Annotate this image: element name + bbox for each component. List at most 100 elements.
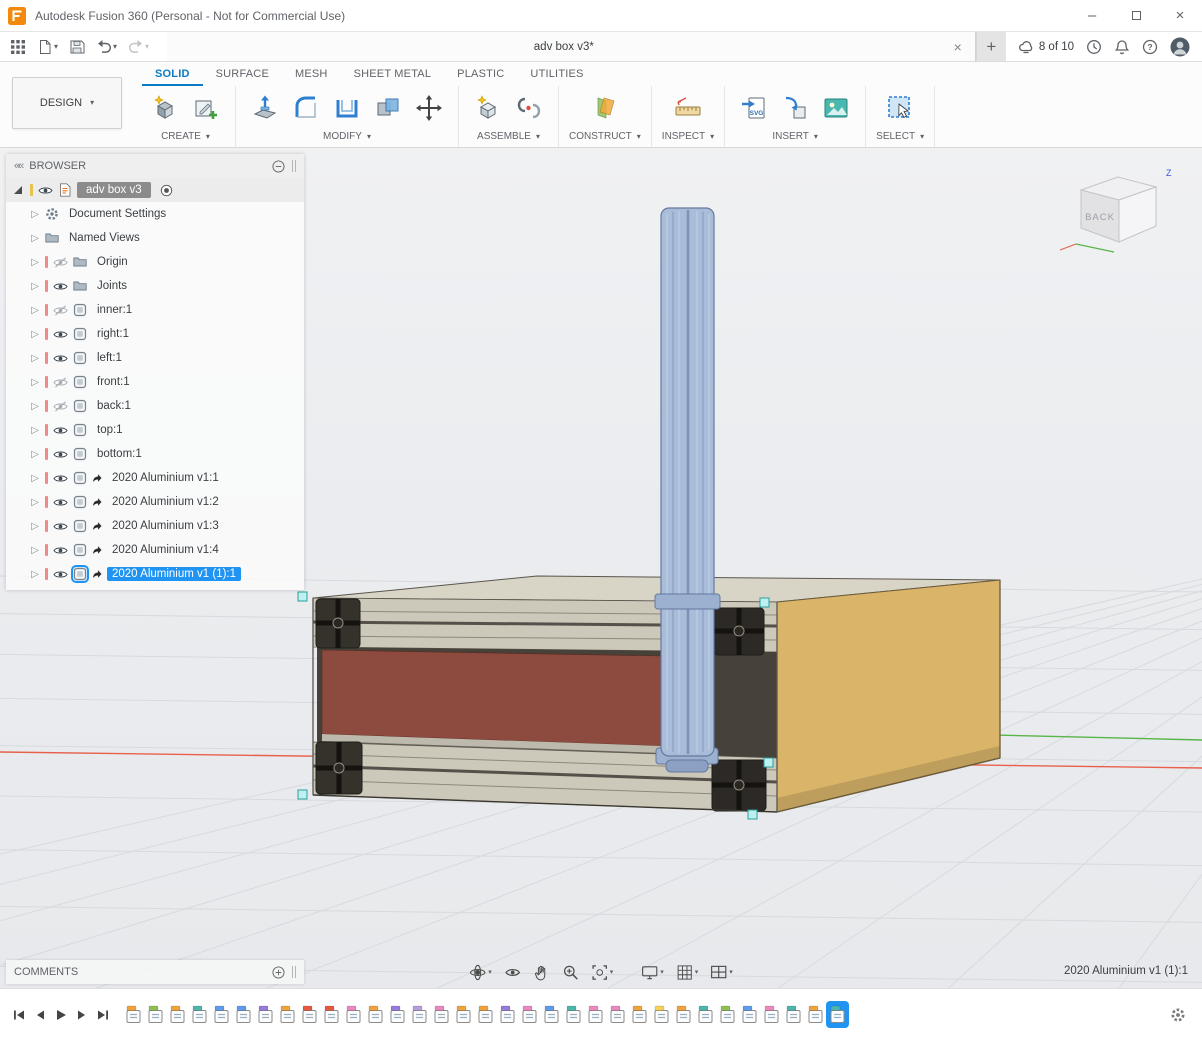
browser-item-right-1[interactable]: ▷right:1	[6, 322, 304, 346]
visibility-eye-icon[interactable]	[53, 545, 68, 556]
group-label-dropdown[interactable]: SELECT▾	[876, 128, 924, 145]
avatar-button[interactable]	[1170, 37, 1190, 57]
timeline-feature-29[interactable]	[740, 1003, 759, 1026]
timeline-feature-27[interactable]	[696, 1003, 715, 1026]
new-component-button[interactable]	[469, 88, 507, 128]
insert-svg-button[interactable]: SVG	[735, 88, 773, 128]
timeline-feature-28[interactable]	[718, 1003, 737, 1026]
job-status-button[interactable]: 8 of 10	[1018, 39, 1074, 55]
ribbon-tab-solid[interactable]: SOLID	[142, 62, 203, 86]
browser-item-bottom-1[interactable]: ▷bottom:1	[6, 442, 304, 466]
display-settings-button[interactable]: ▾	[636, 961, 669, 984]
timeline-feature-30[interactable]	[762, 1003, 781, 1026]
timeline-feature-2[interactable]	[146, 1003, 165, 1026]
collapsed-caret-icon[interactable]: ▷	[30, 377, 40, 388]
collapsed-caret-icon[interactable]: ▷	[30, 425, 40, 436]
visibility-eye-icon[interactable]	[53, 449, 68, 460]
group-label-dropdown[interactable]: CONSTRUCT▾	[569, 128, 641, 145]
browser-options-icon[interactable]	[272, 160, 285, 173]
collapsed-caret-icon[interactable]: ▷	[30, 569, 40, 580]
timeline-feature-17[interactable]	[476, 1003, 495, 1026]
look-at-button[interactable]	[499, 961, 526, 984]
collapsed-caret-icon[interactable]: ▷	[30, 305, 40, 316]
group-label-dropdown[interactable]: INSPECT▾	[662, 128, 714, 145]
expanded-caret-icon[interactable]	[14, 186, 22, 194]
collapsed-caret-icon[interactable]: ▷	[30, 257, 40, 268]
timeline-feature-25[interactable]	[652, 1003, 671, 1026]
timeline-feature-4[interactable]	[190, 1003, 209, 1026]
combine-button[interactable]	[369, 88, 407, 128]
collapsed-caret-icon[interactable]: ▷	[30, 401, 40, 412]
document-tab[interactable]: adv box v3*×	[167, 32, 976, 61]
collapsed-caret-icon[interactable]: ▷	[30, 497, 40, 508]
browser-item-front-1[interactable]: ▷front:1	[6, 370, 304, 394]
browser-item-2020-aluminium-v1-2[interactable]: ▷2020 Aluminium v1:2	[6, 490, 304, 514]
timeline-feature-1[interactable]	[124, 1003, 143, 1026]
browser-item-2020-aluminium-v1-4[interactable]: ▷2020 Aluminium v1:4	[6, 538, 304, 562]
apps-grid-button[interactable]	[6, 36, 30, 58]
browser-item-root[interactable]: adv box v3	[6, 178, 304, 202]
tab-close-icon[interactable]: ×	[951, 39, 965, 55]
browser-item-origin[interactable]: ▷Origin	[6, 250, 304, 274]
root-document-label[interactable]: adv box v3	[77, 182, 151, 198]
minimize-button[interactable]: –	[1070, 0, 1114, 31]
group-label-dropdown[interactable]: INSERT▾	[772, 128, 818, 145]
save-button[interactable]	[65, 36, 89, 58]
visibility-eye-icon[interactable]	[53, 353, 68, 364]
timeline-feature-23[interactable]	[608, 1003, 627, 1026]
collapsed-caret-icon[interactable]: ▷	[30, 233, 40, 244]
grid-display-button[interactable]: ▾	[671, 961, 704, 984]
step-forward-button[interactable]	[75, 1008, 89, 1022]
visibility-eye-icon[interactable]	[53, 305, 68, 316]
timeline-feature-33[interactable]	[828, 1003, 847, 1026]
browser-item-back-1[interactable]: ▷back:1	[6, 394, 304, 418]
browser-item-2020-aluminium-v1-1[interactable]: ▷2020 Aluminium v1:1	[6, 466, 304, 490]
timeline-feature-10[interactable]	[322, 1003, 341, 1026]
timeline-settings-gear-icon[interactable]	[1170, 1007, 1202, 1023]
new-tab-button[interactable]: +	[976, 32, 1006, 61]
ribbon-tab-mesh[interactable]: MESH	[282, 62, 341, 86]
browser-item-joints[interactable]: ▷Joints	[6, 274, 304, 298]
browser-item-2020-aluminium-v1-3[interactable]: ▷2020 Aluminium v1:3	[6, 514, 304, 538]
timeline-feature-11[interactable]	[344, 1003, 363, 1026]
visibility-eye-icon[interactable]	[53, 425, 68, 436]
timeline-feature-15[interactable]	[432, 1003, 451, 1026]
timeline-feature-32[interactable]	[806, 1003, 825, 1026]
go-to-end-button[interactable]	[96, 1008, 110, 1022]
go-to-start-button[interactable]	[12, 1008, 26, 1022]
view-cube[interactable]: BACK Z	[1054, 160, 1194, 258]
collapsed-caret-icon[interactable]: ▷	[30, 545, 40, 556]
construction-plane-button[interactable]	[586, 88, 624, 128]
history-clock-button[interactable]	[1086, 39, 1102, 55]
browser-item-document-settings[interactable]: ▷Document Settings	[6, 202, 304, 226]
timeline-feature-24[interactable]	[630, 1003, 649, 1026]
timeline-feature-26[interactable]	[674, 1003, 693, 1026]
timeline-feature-14[interactable]	[410, 1003, 429, 1026]
visibility-eye-icon[interactable]	[53, 281, 68, 292]
visibility-eye-icon[interactable]	[53, 257, 68, 268]
visibility-eye-icon[interactable]	[53, 521, 68, 532]
collapsed-caret-icon[interactable]: ▷	[30, 473, 40, 484]
viewport-canvas[interactable]: BACK Z «« BROWSER adv box v3 ▷Document	[0, 148, 1202, 988]
pan-button[interactable]	[528, 961, 555, 984]
timeline-feature-31[interactable]	[784, 1003, 803, 1026]
create-sketch-button[interactable]	[187, 88, 225, 128]
derive-button[interactable]	[776, 88, 814, 128]
select-button[interactable]	[881, 88, 919, 128]
timeline-feature-5[interactable]	[212, 1003, 231, 1026]
collapsed-caret-icon[interactable]: ▷	[30, 353, 40, 364]
play-button[interactable]	[54, 1008, 68, 1022]
zoom-button[interactable]	[557, 961, 584, 984]
undo-button[interactable]: ▾	[92, 36, 121, 58]
timeline-feature-18[interactable]	[498, 1003, 517, 1026]
timeline-feature-21[interactable]	[564, 1003, 583, 1026]
workspace-selector[interactable]: DESIGN ▾	[12, 77, 122, 129]
press-pull-button[interactable]	[246, 88, 284, 128]
collapsed-caret-icon[interactable]: ▷	[30, 449, 40, 460]
ribbon-tab-utilities[interactable]: UTILITIES	[517, 62, 596, 86]
new-body-button[interactable]	[146, 88, 184, 128]
timeline-feature-8[interactable]	[278, 1003, 297, 1026]
add-comment-icon[interactable]	[272, 966, 285, 979]
browser-item-top-1[interactable]: ▷top:1	[6, 418, 304, 442]
selected-extrusion-column[interactable]	[655, 208, 720, 772]
